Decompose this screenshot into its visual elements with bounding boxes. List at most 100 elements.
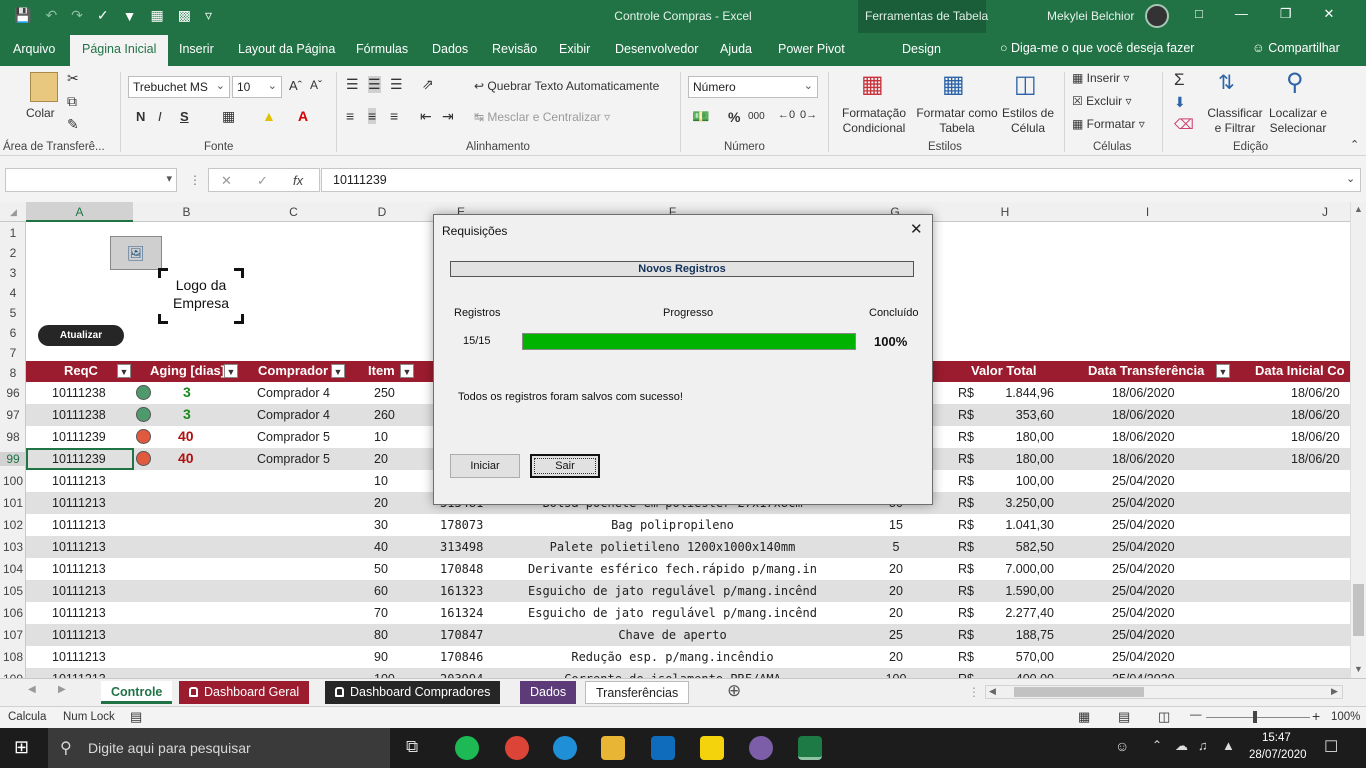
table-row[interactable]: 10111213 80 170847 Chave de aperto 25 R$ 188,7… xyxy=(26,624,1350,646)
column-header-b[interactable]: B xyxy=(133,205,240,219)
align-middle-icon[interactable]: ☰ xyxy=(368,76,381,93)
number-format-combo[interactable]: Número ⌄ xyxy=(688,76,818,98)
scroll-left-icon[interactable]: ◀ xyxy=(989,686,996,697)
filter-dropdown[interactable]: ▼ xyxy=(224,363,240,379)
align-left-icon[interactable]: ≡ xyxy=(346,108,354,124)
bold-button[interactable]: N xyxy=(136,109,145,124)
task-view-icon[interactable]: ⧉ xyxy=(406,737,418,757)
currency-icon[interactable]: 💵 xyxy=(692,108,709,125)
conditional-format-button[interactable]: Formatação Condicional xyxy=(838,106,910,136)
tell-me-search[interactable]: ○ Diga-me o que você deseja fazer xyxy=(1000,41,1194,55)
scroll-down-icon[interactable]: ▼ xyxy=(1354,664,1363,674)
name-box[interactable]: ▾ xyxy=(5,168,177,192)
windows-start-icon[interactable]: ⊞ xyxy=(14,737,29,758)
paste-button[interactable]: Colar xyxy=(26,106,55,121)
row-header[interactable]: 98 xyxy=(0,430,26,444)
enter-icon[interactable]: ✓ xyxy=(257,173,268,189)
clear-icon[interactable]: ⌫ xyxy=(1174,116,1194,133)
column-header-j[interactable]: J xyxy=(1235,205,1366,219)
align-top-icon[interactable]: ☰ xyxy=(346,76,359,93)
cut-icon[interactable]: ✂ xyxy=(67,70,79,87)
row-header[interactable]: 107 xyxy=(0,628,26,642)
decrease-indent-icon[interactable]: ⇤ xyxy=(420,108,432,125)
autosum-icon[interactable]: Σ xyxy=(1174,70,1185,90)
next-sheet-icon[interactable]: ▶ xyxy=(58,684,66,695)
table-row[interactable]: 10111213100203994Corrente de isolamento … xyxy=(26,668,1350,678)
sair-button[interactable]: Sair xyxy=(530,454,600,478)
tab-exibir[interactable]: Exibir xyxy=(559,42,590,56)
chevron-up-icon[interactable]: ⌃ xyxy=(1152,738,1162,752)
insert-cells-button[interactable]: ▦ Inserir ▿ xyxy=(1072,71,1129,86)
decrease-decimal-icon[interactable]: 0→ xyxy=(800,109,817,121)
column-header-i[interactable]: I xyxy=(1060,205,1235,219)
filter-dropdown[interactable]: ▼ xyxy=(331,363,347,379)
upload-icon[interactable]: ▲ xyxy=(1222,738,1235,753)
image-placeholder[interactable]: 🖼 xyxy=(110,236,162,270)
app-icon[interactable] xyxy=(749,736,773,760)
row-header[interactable]: 96 xyxy=(0,386,26,400)
underline-button[interactable]: S xyxy=(180,109,189,124)
table-row[interactable]: 10111213 90 170846 Redução esp. p/mang.incê… xyxy=(26,646,1350,668)
column-header-h[interactable]: H xyxy=(950,205,1060,219)
clock-date[interactable]: 28/07/2020 xyxy=(1249,749,1307,761)
row-header[interactable]: 99 xyxy=(0,452,26,466)
prev-sheet-icon[interactable]: ◀ xyxy=(28,684,36,695)
row-header[interactable]: 8 xyxy=(0,366,26,380)
row-header[interactable]: 7 xyxy=(0,346,26,360)
tab-formulas[interactable]: Fórmulas xyxy=(356,42,408,56)
user-name[interactable]: Mekylei Belchior xyxy=(1047,9,1134,23)
fill-color-icon[interactable]: ▲ xyxy=(262,108,276,124)
pdf-icon[interactable] xyxy=(700,736,724,760)
file-explorer-icon[interactable] xyxy=(601,736,625,760)
add-sheet-icon[interactable]: ⊕ xyxy=(727,681,741,701)
row-header[interactable]: 105 xyxy=(0,584,26,598)
shrink-font-icon[interactable]: Aˇ xyxy=(310,78,322,92)
sheet-tab-dados[interactable]: Dados xyxy=(520,681,577,704)
tab-pagina-inicial[interactable]: Página Inicial xyxy=(70,35,169,66)
find-select-button[interactable]: Localizar e Selecionar xyxy=(1264,106,1332,136)
tab-design[interactable]: Design xyxy=(902,42,941,56)
insert-function-button[interactable]: fx xyxy=(293,173,303,188)
collapse-ribbon-icon[interactable]: ⌃ xyxy=(1350,138,1359,151)
align-right-icon[interactable]: ≡ xyxy=(390,108,398,124)
thousands-button[interactable]: 000 xyxy=(748,111,765,122)
filter-dropdown[interactable]: ▼ xyxy=(117,363,133,379)
orientation-icon[interactable]: ⇗ xyxy=(422,76,434,93)
normal-view-icon[interactable]: ▦ xyxy=(1078,709,1090,725)
row-header[interactable]: 101 xyxy=(0,496,26,510)
table-row[interactable]: 10111213 70 161324 Esguicho de jato reguláv… xyxy=(26,602,1350,624)
tab-arquivo[interactable]: Arquivo xyxy=(13,42,55,56)
expand-formula-icon[interactable]: ⌄ xyxy=(1346,172,1355,185)
row-header[interactable]: 103 xyxy=(0,540,26,554)
grow-font-icon[interactable]: Aˆ xyxy=(289,78,302,93)
row-header[interactable]: 4 xyxy=(0,286,26,300)
row-header[interactable]: 3 xyxy=(0,266,26,280)
wrap-text-button[interactable]: ↩ Quebrar Texto Automaticamente xyxy=(474,79,659,94)
row-header[interactable]: 2 xyxy=(0,246,26,260)
page-layout-icon[interactable]: ▤ xyxy=(1118,709,1130,725)
people-icon[interactable]: ☺ xyxy=(1115,738,1129,754)
borders-icon[interactable]: ▦ xyxy=(222,108,235,125)
row-header[interactable]: 108 xyxy=(0,650,26,664)
align-center-icon[interactable]: ≡ xyxy=(368,108,377,124)
sheet-tab-dashboard-geral[interactable]: Dashboard Geral xyxy=(179,681,310,704)
row-header[interactable]: 104 xyxy=(0,562,26,576)
minimize-icon[interactable]: — xyxy=(1235,6,1248,22)
zoom-slider[interactable] xyxy=(1206,717,1310,718)
iniciar-button[interactable]: Iniciar xyxy=(450,454,520,478)
tab-layout[interactable]: Layout da Página xyxy=(238,42,335,56)
filter-dropdown[interactable]: ▼ xyxy=(1216,363,1232,379)
row-header[interactable]: 102 xyxy=(0,518,26,532)
scroll-thumb[interactable] xyxy=(1014,687,1144,697)
close-icon[interactable]: ✕ xyxy=(1324,6,1335,22)
font-size-combo[interactable]: 10 ⌄ xyxy=(232,76,282,98)
edge-icon[interactable] xyxy=(553,736,577,760)
font-name-combo[interactable]: Trebuchet MS ⌄ xyxy=(128,76,230,98)
fill-icon[interactable]: ⬇ xyxy=(1174,94,1186,111)
page-break-icon[interactable]: ◫ xyxy=(1158,709,1170,725)
align-bottom-icon[interactable]: ☰ xyxy=(390,76,403,93)
clock-time[interactable]: 15:47 xyxy=(1262,732,1291,744)
notifications-icon[interactable]: ☐ xyxy=(1324,737,1338,757)
spotify-icon[interactable] xyxy=(455,736,479,760)
cell-styles-button[interactable]: Estilos de Célula xyxy=(1000,106,1056,136)
